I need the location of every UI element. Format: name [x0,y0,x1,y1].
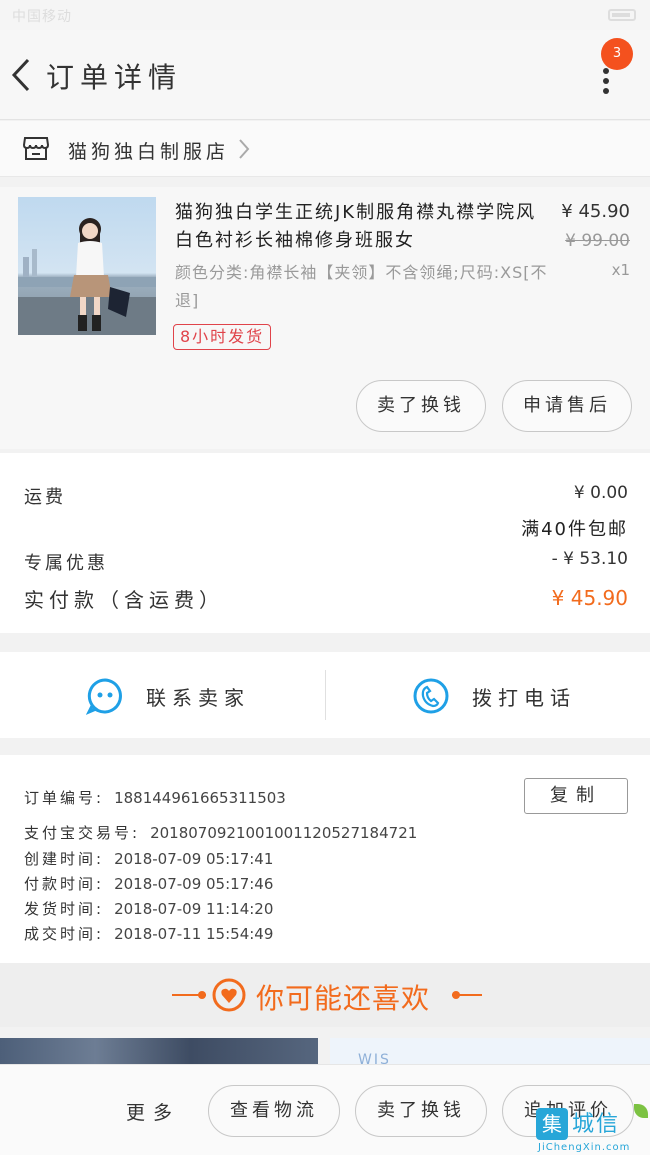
paid-amount-label: 实付款（含运费） [24,588,224,612]
completed-time-value: 2018-07-11 15:54:49 [114,925,274,943]
product-title[interactable]: 猫狗独白学生正统JK制服角襟丸襟学院风白色衬衫长袖棉修身班服女 [175,199,555,255]
phone-icon [413,678,449,714]
shipped-time-key: 发货时间: [24,900,105,918]
watermark-title: 城信 [572,1112,621,1137]
notification-badge[interactable]: 3 [601,38,633,70]
product-spec: 颜色分类:角襟长袖【夹领】不含领绳;尺码:XS[不退] [175,263,548,310]
leaf-icon [634,1104,648,1118]
recommend-title: 你可能还喜欢 [256,982,431,1015]
product-original-price: ¥ 99.00 [565,231,630,251]
shipped-time-value: 2018-07-09 11:14:20 [114,900,274,918]
product-image[interactable] [18,197,156,335]
product-price: ¥ 45.90 [561,201,630,222]
order-number-value: 188144961665311503 [114,789,286,807]
contact-bar: 联系卖家 拨打电话 [0,652,650,738]
created-time-key: 创建时间: [24,850,105,868]
apply-after-sales-button[interactable]: 申请售后 [502,380,632,432]
payment-time-value: 2018-07-09 05:17:46 [114,875,274,893]
shop-icon [22,137,50,160]
discount-value: - ¥ 53.10 [551,549,628,569]
status-bar: 中国移动 [0,0,650,30]
battery-icon [608,9,636,21]
shop-row[interactable]: 猫狗独白制服店 [0,121,650,177]
back-arrow-icon[interactable] [8,56,36,94]
discount-label: 专属优惠 [24,553,108,574]
product-quantity: x1 [611,261,630,279]
alipay-trade-value: 2018070921001001120527184721 [150,824,418,842]
banner-line-right [452,994,482,996]
watermark-subtitle: JiChengXin.com [538,1142,631,1153]
payment-time-row: 付款时间: 2018-07-09 05:17:46 [24,873,273,894]
call-phone-button[interactable]: 拨打电话 [412,674,576,718]
sell-for-cash-bottom-button[interactable]: 卖了换钱 [355,1085,487,1137]
alipay-trade-row: 支付宝交易号: 2018070921001001120527184721 [24,822,417,843]
banner-dot-left [198,991,206,999]
contact-seller-button[interactable]: 联系卖家 [86,674,250,718]
shipping-fee-value: ¥ 0.00 [573,483,628,503]
completed-time-row: 成交时间: 2018-07-11 15:54:49 [24,923,273,944]
shipping-fee-label: 运费 [24,487,66,508]
more-menu-icon[interactable] [596,68,616,98]
paid-amount-value: ¥ 45.90 [551,586,628,610]
header: 订单详情 3 [0,30,650,120]
shipping-time-tag: 8小时发货 [173,324,272,350]
order-number-row: 订单编号: 188144961665311503 [24,787,286,808]
chat-bubble-icon [86,678,122,715]
sell-for-cash-button[interactable]: 卖了换钱 [356,380,486,432]
order-info: 订单编号: 188144961665311503 复制 支付宝交易号: 201807… [0,755,650,963]
alipay-trade-key: 支付宝交易号: [24,824,141,842]
carrier-label: 中国移动 [12,9,72,25]
site-watermark: 集 城信 JiChengXin.com [530,1102,650,1155]
created-time-value: 2018-07-09 05:17:41 [114,850,274,868]
recommend-banner: 你可能还喜欢 [0,963,650,1027]
heart-icon [212,978,246,1012]
completed-time-key: 成交时间: [24,925,105,943]
contact-divider [325,670,326,720]
chevron-right-icon[interactable] [236,137,252,161]
view-logistics-button[interactable]: 查看物流 [208,1085,340,1137]
product-card: 猫狗独白学生正统JK制服角襟丸襟学院风白色衬衫长袖棉修身班服女 颜色分类:角襟长… [0,187,650,449]
contact-seller-label: 联系卖家 [146,685,250,710]
call-phone-label: 拨打电话 [472,685,576,710]
shipped-time-row: 发货时间: 2018-07-09 11:14:20 [24,898,273,919]
free-shipping-note: 满40件包邮 [521,519,628,540]
payment-time-key: 付款时间: [24,875,105,893]
watermark-logo: 集 [536,1108,568,1140]
order-number-key: 订单编号: [24,789,105,807]
page-title: 订单详情 [46,61,183,94]
created-time-row: 创建时间: 2018-07-09 05:17:41 [24,848,273,869]
more-link[interactable]: 更多 [126,1098,180,1125]
shop-name[interactable]: 猫狗独白制服店 [68,137,229,164]
copy-button[interactable]: 复制 [524,778,628,814]
cost-summary: 运费 ¥ 0.00 满40件包邮 专属优惠 - ¥ 53.10 实付款（含运费）… [0,453,650,633]
